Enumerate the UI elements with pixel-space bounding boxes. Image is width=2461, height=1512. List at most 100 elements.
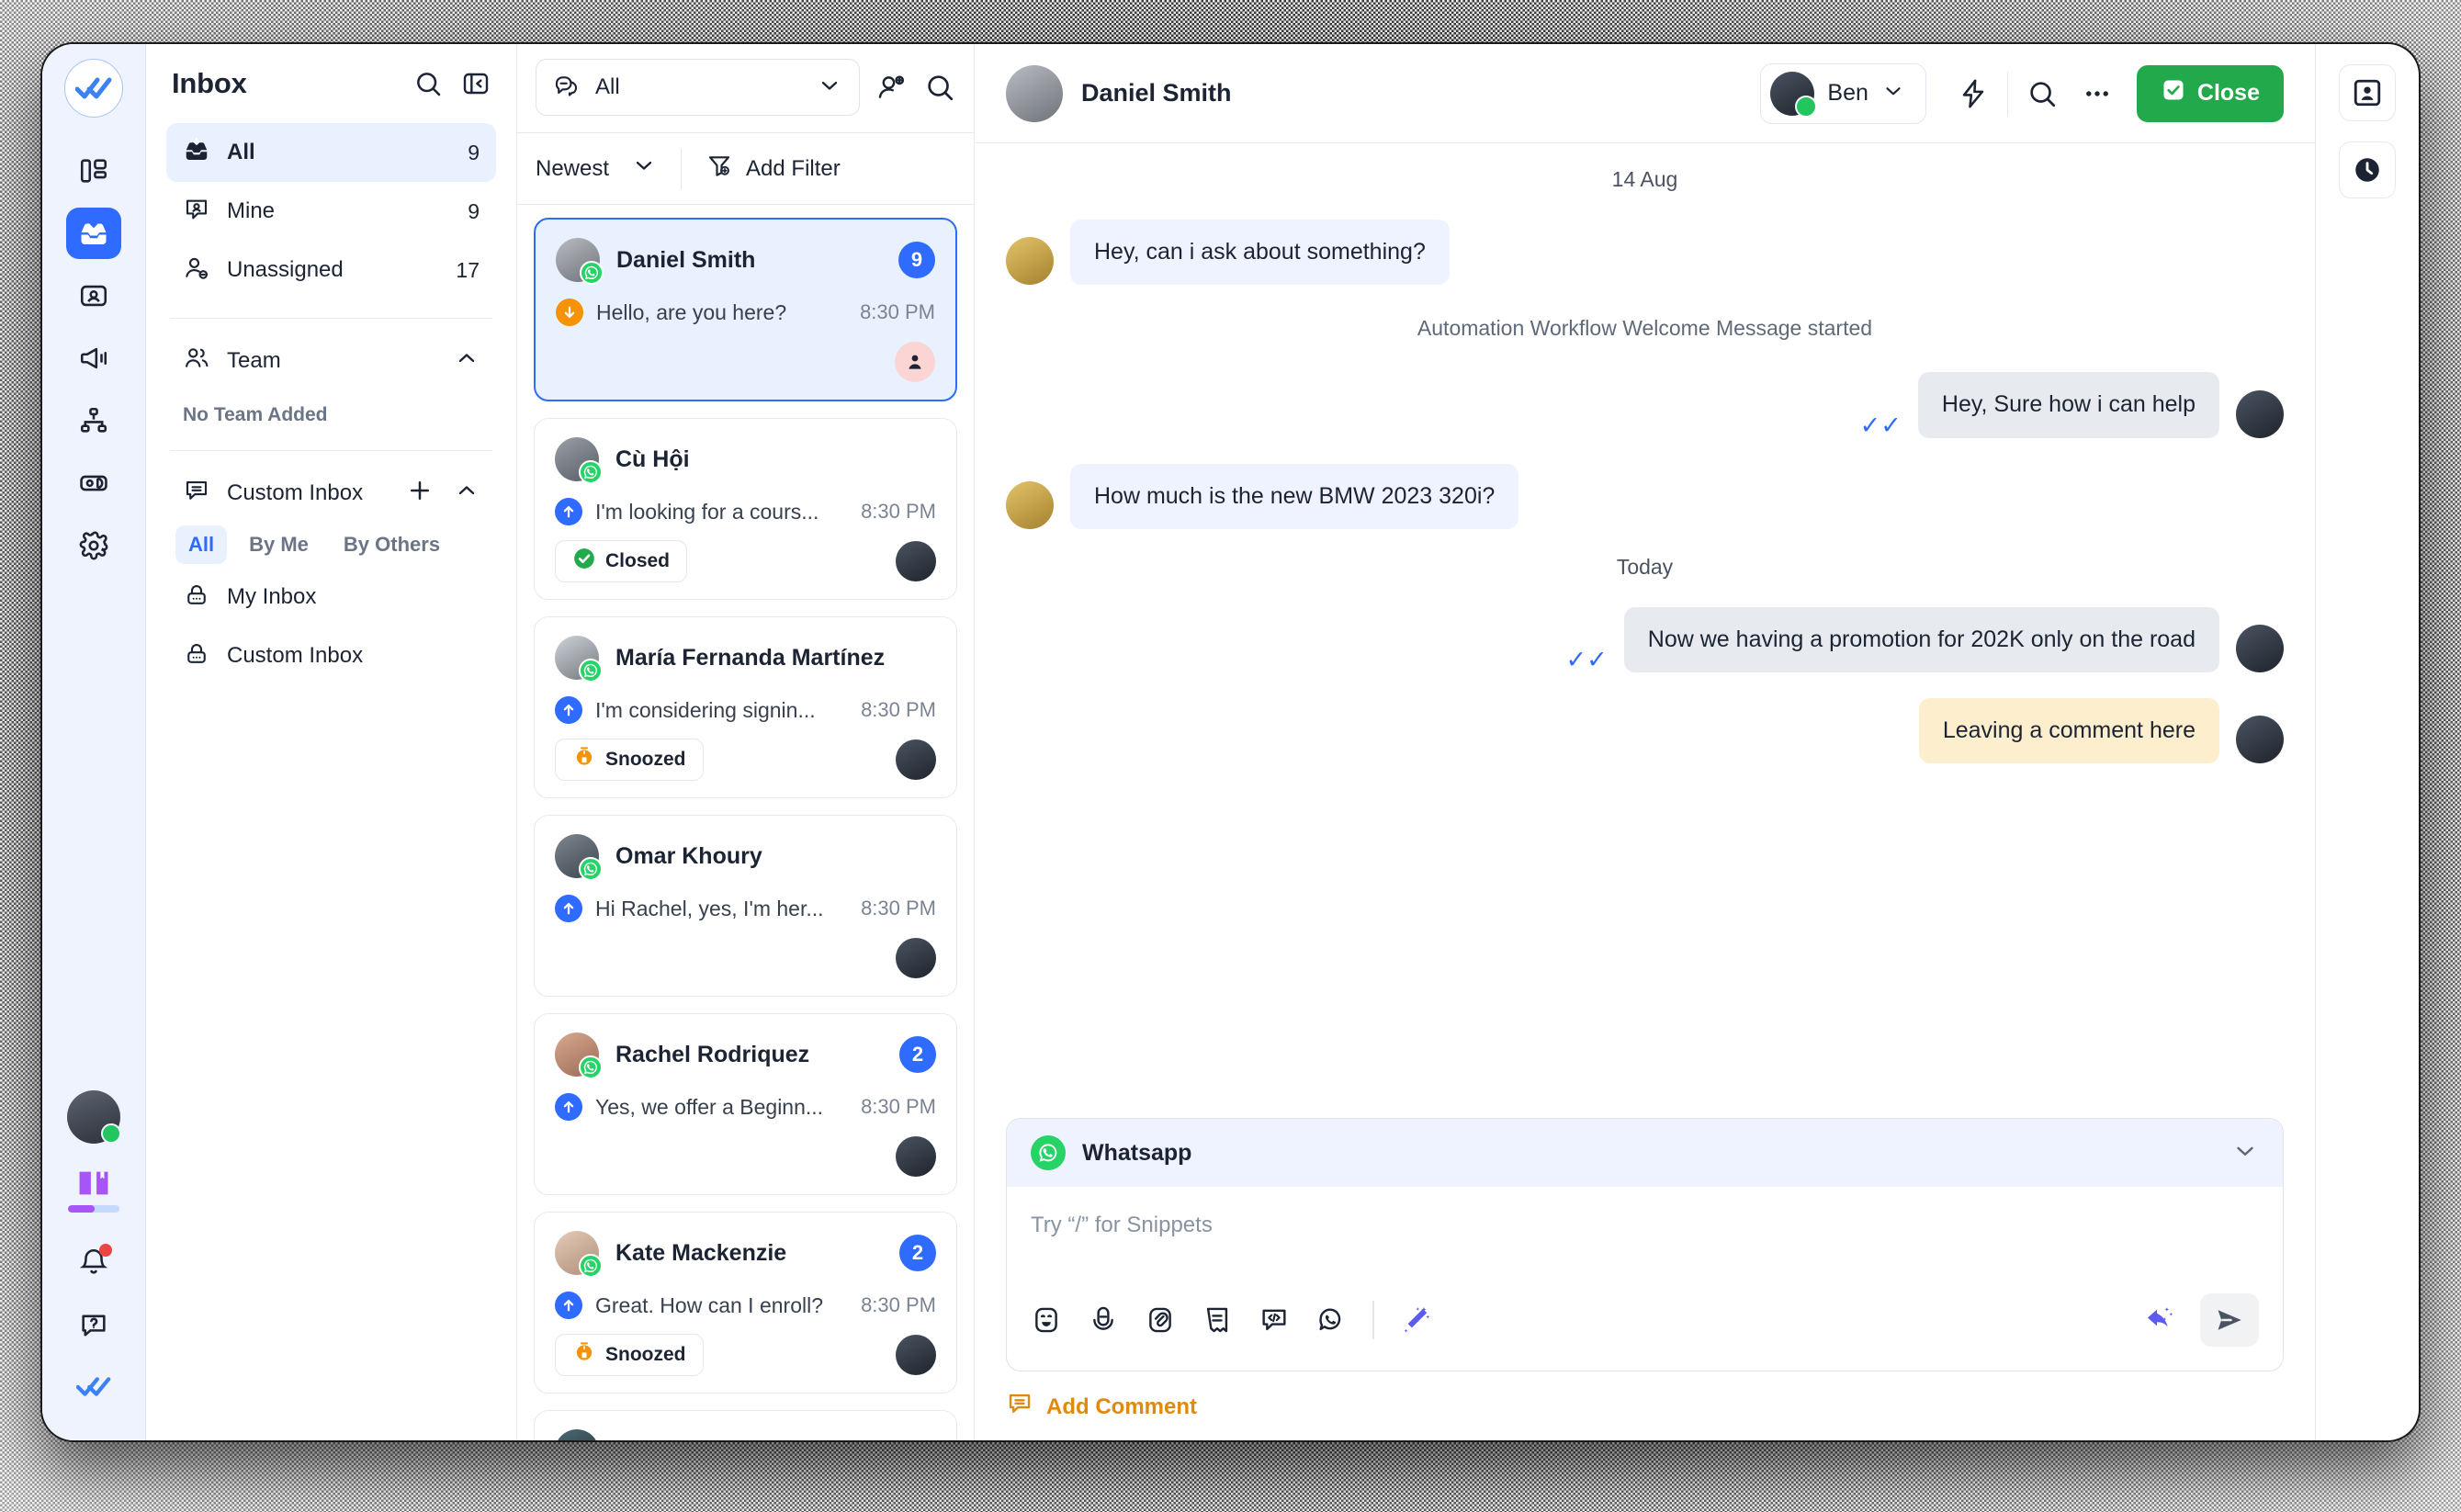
sidebar-item-all[interactable]: All 9 [166,123,496,182]
conversation-contact-name: Cù Hội [615,446,690,472]
conversation-list-item[interactable]: María Fernanda Martínez I'm considering … [534,616,957,798]
sidebar-item-my-inbox[interactable]: My Inbox [166,568,496,626]
whatsapp-call-icon[interactable] [1315,1304,1347,1336]
sidebar-item-label: Mine [227,198,276,223]
conversation-contact-name: Rachel Rodriquez [615,1041,810,1067]
message-avatar [1006,237,1054,286]
assign-user-icon[interactable] [876,72,908,103]
emoji-icon[interactable] [1031,1304,1062,1336]
conversation-list-scroll[interactable]: Daniel Smith 9 Hello, are you here? 8:30… [517,205,974,1440]
conversation-preview-row: Hi Rachel, yes, I'm her... 8:30 PM [555,895,936,922]
conversation-header-row: Omar Khoury [555,834,936,881]
sitemap-icon [80,407,107,433]
filter-plus-icon [706,152,733,186]
status-badge: Snoozed [555,739,704,781]
composer-right-tools [2139,1293,2259,1347]
status-badge: Snoozed [555,1334,704,1376]
user-badge-icon [183,196,210,228]
agent-name: Ben [1827,80,1868,106]
add-filter-button[interactable]: Add Filter [682,152,841,186]
conversation-list-item[interactable]: Omar Khoury Hi Rachel, yes, I'm her... 8… [534,815,957,997]
send-button[interactable] [2200,1293,2259,1347]
people-icon [183,344,210,377]
add-comment-button[interactable]: Add Comment [975,1384,2315,1440]
attachment-icon[interactable] [1145,1304,1176,1336]
team-section-header[interactable]: Team [166,337,496,384]
sidebar-item-custom-inbox[interactable]: Custom Inbox [166,626,496,685]
read-receipt-icon: ✓✓ [1565,646,1608,673]
help-button[interactable] [66,1299,121,1350]
panel-collapse-icon[interactable] [461,69,491,98]
search-icon[interactable] [924,72,955,103]
assigned-agent-select[interactable]: Ben [1760,62,1926,124]
sidebar-item-dashboard[interactable] [66,145,121,197]
notifications-button[interactable] [66,1236,121,1288]
sort-select[interactable]: Newest [536,152,681,185]
segment-all[interactable]: All [175,525,228,564]
chat-minus-icon [553,72,581,104]
progress-bar [68,1205,119,1213]
sidebar-item-inbox[interactable] [66,208,121,259]
check-square-icon [2161,77,2186,109]
composer-input[interactable]: Try “/” for Snippets [1007,1187,2283,1275]
message-avatar [2236,716,2284,764]
template-icon[interactable] [1202,1304,1233,1336]
segment-by-others[interactable]: By Others [331,525,453,564]
code-icon[interactable] [1259,1304,1290,1336]
custom-inbox-section-header[interactable]: Custom Inbox [166,469,496,516]
brand-mark-button[interactable] [66,1361,121,1413]
composer-channel-select[interactable]: Whatsapp [1007,1119,2283,1187]
conversation-list-item[interactable]: Cù Hội I'm looking for a cours... 8:30 P… [534,418,957,600]
chevron-up-icon[interactable] [454,478,480,508]
plus-icon[interactable] [406,477,434,509]
status-badge-label: Snoozed [605,1344,686,1365]
conversation-time: 8:30 PM [861,1293,936,1316]
segment-by-me[interactable]: By Me [236,525,322,564]
microphone-icon[interactable] [1088,1304,1119,1336]
message-bubble: Hey, can i ask about something? [1070,220,1450,286]
search-icon[interactable] [413,69,443,98]
sidebar-item-reports[interactable] [66,457,121,509]
app-logo[interactable] [64,59,123,118]
conversation-meta-row [555,937,936,979]
lightning-icon[interactable] [1958,78,1989,109]
conversation-header-row: Rachel Rodriquez 2 [555,1032,936,1079]
bar-chart-icon [80,475,107,491]
activity-history-button[interactable] [2339,141,2396,198]
user-avatar[interactable] [67,1090,121,1144]
conversation-list-item[interactable]: Rachel Rodriquez 2 Yes, we offer a Begin… [534,1013,957,1195]
more-horizontal-icon[interactable] [2082,78,2113,109]
magic-wand-icon[interactable] [1400,1304,1431,1336]
sidebar-item-settings[interactable] [66,520,121,571]
chevron-down-icon [631,152,657,185]
team-section-title: Team [227,347,281,373]
sidebar-item-contacts[interactable] [66,270,121,322]
comment-icon [1006,1390,1033,1424]
inbox-filter-value: All [595,74,620,99]
ai-reply-icon[interactable] [2139,1303,2176,1337]
knowledge-base-progress[interactable] [68,1168,119,1213]
conversation-list-item[interactable]: Cụ. Hàng Đoan Chung [534,1410,957,1440]
message-bubble: Now we having a promotion for 202K only … [1623,606,2219,672]
conversation-list-item[interactable]: Kate Mackenzie 2 Great. How can I enroll… [534,1212,957,1394]
contact-details-button[interactable] [2339,64,2396,121]
sidebar-item-automation[interactable] [66,395,121,446]
sidebar-item-mine[interactable]: Mine 9 [166,182,496,241]
contact-name: Daniel Smith [1081,79,1232,107]
search-icon[interactable] [2026,78,2058,109]
sidebar-item-campaigns[interactable] [66,333,121,384]
inbox-filter-select[interactable]: All [536,59,860,116]
message-row-outgoing: ✓✓ Hey, Sure how i can help [1006,372,2284,438]
sidebar-item-unassigned[interactable]: Unassigned 17 [166,241,496,299]
message-thread[interactable]: 14 Aug Hey, can i ask about something? A… [975,143,2315,1118]
message-composer: Whatsapp Try “/” for Snippets [1006,1118,2284,1371]
page-title: Inbox [172,67,247,99]
close-conversation-button[interactable]: Close [2136,64,2284,122]
chevron-down-icon[interactable] [2231,1137,2259,1169]
conversation-list-item[interactable]: Daniel Smith 9 Hello, are you here? 8:30… [534,218,957,401]
inbox-sidebar: Inbox All 9 Mine 9 Unassigned 17 Team No… [146,44,517,1440]
message-row-note: Leaving a comment here [1006,698,2284,764]
chevron-up-icon[interactable] [454,345,480,376]
contact-card-icon [2354,79,2381,107]
conversation-preview-text: I'm looking for a cours... [595,499,819,524]
